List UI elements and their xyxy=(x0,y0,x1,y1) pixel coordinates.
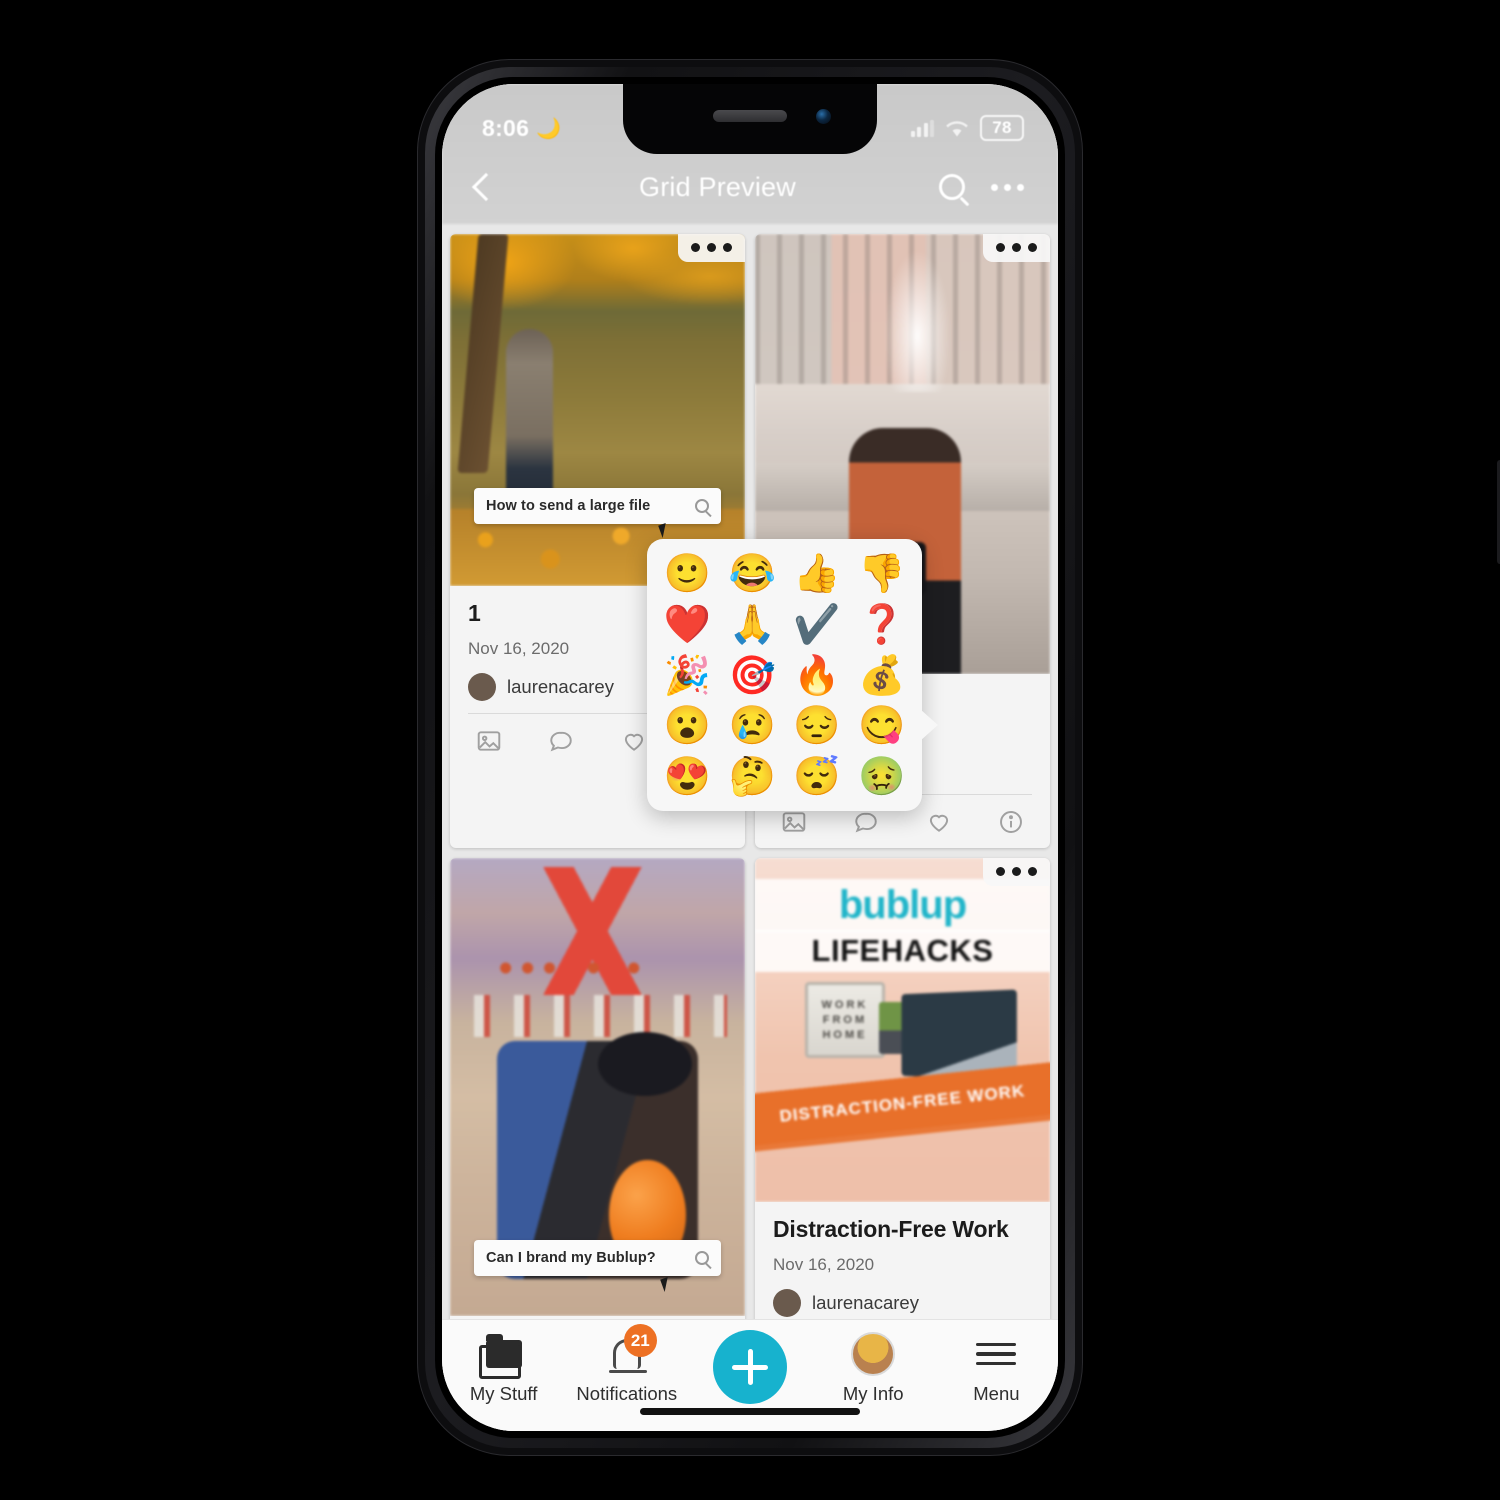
emoji-slightly-smiling-face[interactable]: 🙂 xyxy=(664,555,711,594)
heart-icon[interactable] xyxy=(926,809,952,835)
emoji-face-savoring-food[interactable]: 😋 xyxy=(858,707,905,746)
emoji-party-popper[interactable]: 🎉 xyxy=(664,656,711,696)
battery-indicator: 78 xyxy=(980,115,1024,141)
emoji-folded-hands[interactable]: 🙏 xyxy=(728,605,775,645)
device-notch xyxy=(623,84,877,154)
comment-icon[interactable] xyxy=(548,728,574,754)
card-image: bublup LIFEHACKS WORK FROM HOME DISTRACT… xyxy=(755,858,1050,1202)
emoji-thumbs-up[interactable]: 👍 xyxy=(793,555,840,594)
card-image: How to send a large file xyxy=(450,234,745,586)
plus-icon[interactable] xyxy=(713,1330,787,1404)
phone-device-frame: 8:06 🌙 78 Grid Preview How to send a lar… xyxy=(418,60,1500,1455)
wifi-icon xyxy=(946,120,968,136)
card-date: Nov 16, 2020 xyxy=(773,1255,875,1274)
tab-my-stuff[interactable]: My Stuff xyxy=(442,1334,565,1405)
tab-label: My Info xyxy=(842,1383,904,1404)
photo-lifehacks: bublup LIFEHACKS WORK FROM HOME DISTRACT… xyxy=(755,858,1050,1202)
photo-hat xyxy=(597,1032,692,1097)
lightbox-line-1: WORK xyxy=(821,998,869,1011)
cellular-bars-icon xyxy=(910,119,934,137)
info-icon[interactable] xyxy=(998,809,1024,835)
emoji-red-heart[interactable]: ❤️ xyxy=(664,605,711,645)
hamburger-icon xyxy=(976,1342,1017,1366)
tab-label: Notifications xyxy=(576,1383,678,1404)
overlay-search-value: Can I brand my Bublup? xyxy=(486,1250,656,1266)
card-menu-button[interactable] xyxy=(983,858,1050,886)
lightbox-sign: WORK FROM HOME xyxy=(805,981,885,1058)
chevron-left-icon[interactable] xyxy=(471,172,501,202)
image-icon[interactable] xyxy=(476,728,502,754)
tab-menu[interactable]: Menu xyxy=(935,1334,1058,1405)
card-author-name: laurenacarey xyxy=(507,676,614,697)
reaction-picker-popover[interactable]: 🙂 😂 👍 👎 ❤️ 🙏 ✔️ ❓ 🎉 🎯 🔥 💰 😮 😢 😔 😋 😍 🤔 😴 🤢 xyxy=(647,539,938,811)
card-author-name: laurenacarey xyxy=(812,1292,919,1313)
emoji-thumbs-down[interactable]: 👎 xyxy=(858,555,905,594)
earpiece-speaker xyxy=(713,110,787,122)
overlay-search-box[interactable]: Can I brand my Bublup? xyxy=(474,1240,721,1276)
emoji-face-with-tears-of-joy[interactable]: 😂 xyxy=(728,555,775,594)
tab-my-info[interactable]: My Info xyxy=(812,1332,935,1405)
card-menu-button[interactable] xyxy=(983,234,1050,262)
tab-label: My Stuff xyxy=(469,1383,538,1404)
lifehacks-brand: bublup xyxy=(755,878,1050,932)
avatar-icon xyxy=(851,1332,896,1376)
overlay-search-value: How to send a large file xyxy=(486,498,651,514)
image-icon[interactable] xyxy=(781,809,807,835)
lifehacks-subtitle: LIFEHACKS xyxy=(755,930,1050,973)
tab-notifications[interactable]: 21 Notifications xyxy=(565,1324,688,1405)
emoji-fire[interactable]: 🔥 xyxy=(793,656,840,696)
search-icon[interactable] xyxy=(938,174,965,200)
notification-badge: 21 xyxy=(623,1324,657,1357)
search-icon xyxy=(695,1251,709,1265)
card-bowling-alley[interactable]: Can I brand my Bublup? xyxy=(450,858,745,1327)
card-lifehacks[interactable]: bublup LIFEHACKS WORK FROM HOME DISTRACT… xyxy=(755,858,1050,1327)
moon-icon: 🌙 xyxy=(536,117,562,140)
photo-autumn-lake xyxy=(450,234,745,586)
card-title: Distraction-Free Work xyxy=(773,1216,1009,1242)
emoji-pensive-face[interactable]: 😔 xyxy=(793,707,840,746)
photo-lane-dots xyxy=(491,945,675,991)
emoji-check-mark[interactable]: ✔️ xyxy=(793,605,840,645)
reaction-emoji-grid[interactable]: 🙂 😂 👍 👎 ❤️ 🙏 ✔️ ❓ 🎉 🎯 🔥 💰 😮 😢 😔 😋 😍 🤔 😴 🤢 xyxy=(657,555,912,797)
more-horizontal-icon[interactable] xyxy=(990,183,1024,191)
heart-icon[interactable] xyxy=(621,728,647,754)
card-author[interactable]: laurenacarey xyxy=(773,1289,1032,1317)
avatar xyxy=(468,673,496,701)
lightbox-line-2: FROM xyxy=(822,1013,868,1026)
comment-icon[interactable] xyxy=(853,809,879,835)
folder-icon xyxy=(478,1334,522,1379)
card-image: Can I brand my Bublup? xyxy=(450,858,745,1316)
tab-add-new[interactable] xyxy=(688,1330,811,1404)
photo-bowling-pins xyxy=(473,995,728,1037)
emoji-face-with-open-mouth[interactable]: 😮 xyxy=(664,707,711,746)
front-camera-icon xyxy=(816,109,831,124)
emoji-money-bag[interactable]: 💰 xyxy=(858,656,905,696)
home-indicator[interactable] xyxy=(640,1408,860,1415)
tab-label: Menu xyxy=(973,1383,1020,1404)
phone-screen: 8:06 🌙 78 Grid Preview How to send a lar… xyxy=(442,84,1058,1431)
screenshot-stage: 8:06 🌙 78 Grid Preview How to send a lar… xyxy=(0,0,1500,1500)
emoji-sleeping-face[interactable]: 😴 xyxy=(793,758,840,797)
lightbox-line-3: HOME xyxy=(822,1028,868,1041)
emoji-question-mark[interactable]: ❓ xyxy=(858,605,905,645)
bublup-app: 8:06 🌙 78 Grid Preview How to send a lar… xyxy=(442,84,1058,1431)
page-title: Grid Preview xyxy=(639,171,796,202)
emoji-bullseye[interactable]: 🎯 xyxy=(728,656,775,696)
navigation-bar: Grid Preview xyxy=(442,150,1058,224)
card-menu-button[interactable] xyxy=(678,234,745,262)
emoji-crying-face[interactable]: 😢 xyxy=(728,707,775,746)
emoji-smiling-face-with-heart-eyes[interactable]: 😍 xyxy=(664,758,711,797)
search-icon xyxy=(695,499,709,513)
avatar xyxy=(773,1289,801,1317)
emoji-nauseated-face[interactable]: 🤢 xyxy=(858,758,905,797)
status-time: 8:06 xyxy=(482,114,530,141)
card-body: Distraction-Free Work Nov 16, 2020 laure… xyxy=(755,1202,1050,1327)
emoji-thinking-face[interactable]: 🤔 xyxy=(728,758,775,797)
overlay-search-box[interactable]: How to send a large file xyxy=(474,488,721,524)
photo-fountain xyxy=(884,251,950,393)
